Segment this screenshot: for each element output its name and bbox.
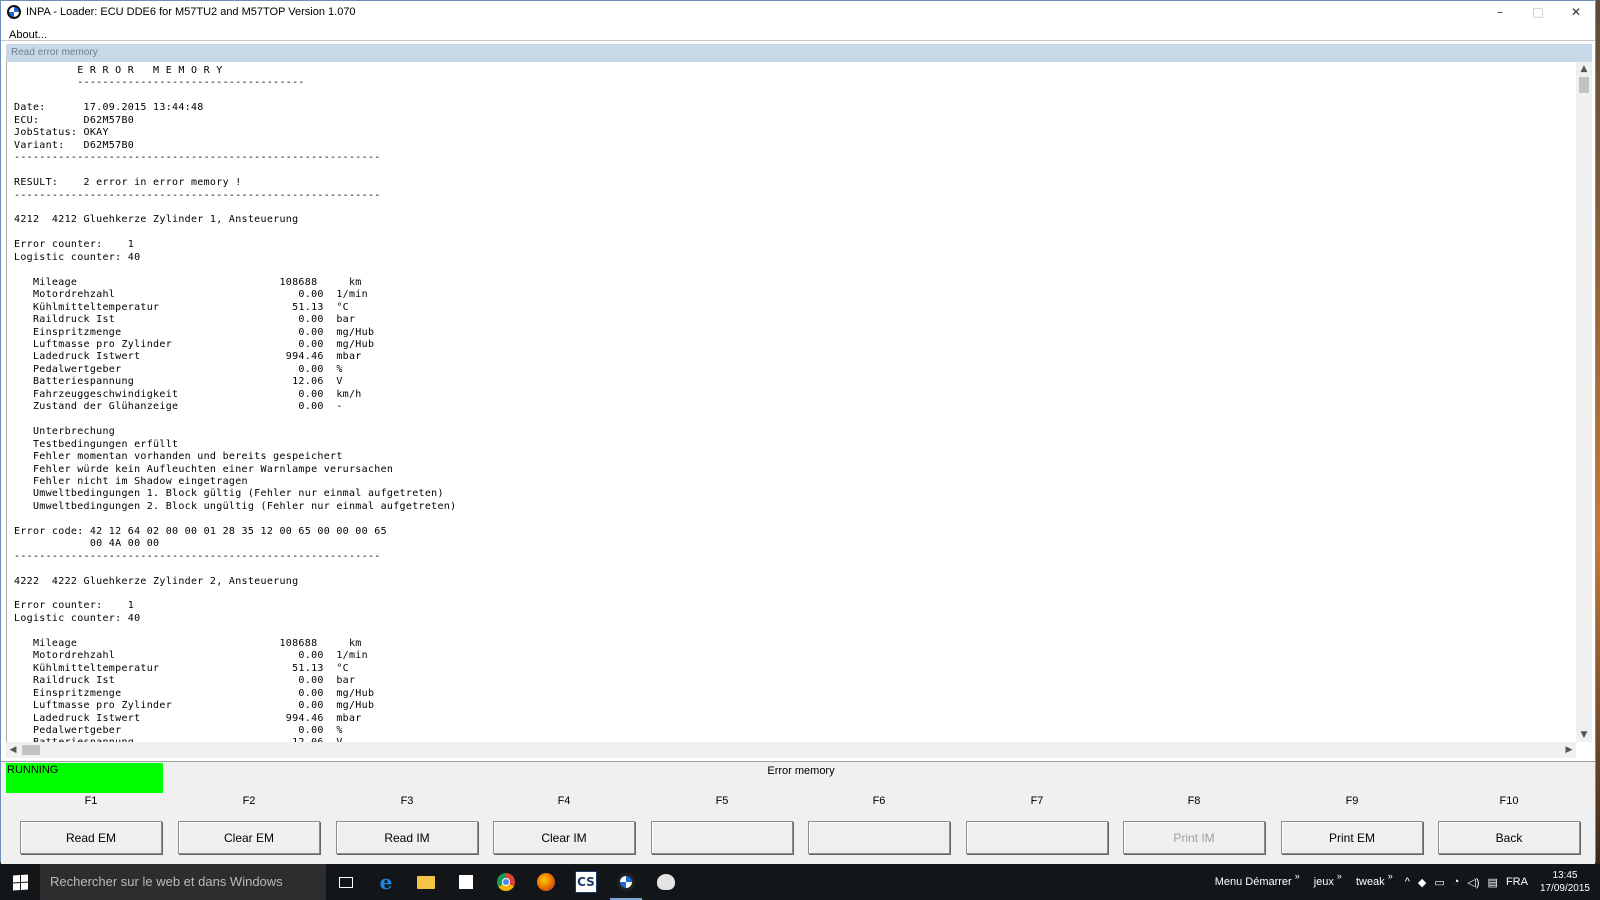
start-button[interactable] (0, 864, 40, 900)
window-controls: – □ ✕ (1481, 1, 1595, 23)
fkey-label-f3: F3 (400, 795, 414, 807)
language-indicator[interactable]: FRA (1506, 876, 1528, 888)
taskbar-search-input[interactable]: Rechercher sur le web et dans Windows (40, 864, 326, 900)
scroll-down-icon[interactable]: ▼ (1576, 728, 1592, 742)
fkey-label-f2: F2 (242, 795, 256, 807)
dropbox-icon[interactable]: ◆ (1418, 876, 1426, 889)
file-explorer-icon[interactable] (406, 864, 446, 900)
store-icon[interactable] (446, 864, 486, 900)
f5-button[interactable] (651, 821, 793, 854)
notifications-icon[interactable]: ▤ (1488, 876, 1498, 889)
fkey-label-f10: F10 (1499, 795, 1519, 807)
battery-icon[interactable]: ▭ (1434, 876, 1444, 889)
error-memory-output: E R R O R M E M O R Y ------------------… (14, 65, 457, 742)
bmw-app-icon[interactable] (7, 5, 21, 19)
menu-bar: About... (1, 23, 1595, 41)
status-title: Error memory (767, 765, 835, 777)
window-title: INPA - Loader: ECU DDE6 for M57TU2 and M… (26, 6, 356, 18)
clock[interactable]: 13:45 17/09/2015 (1540, 869, 1590, 895)
read-em-button[interactable]: Read EM (20, 821, 162, 854)
read-im-button[interactable]: Read IM (336, 821, 478, 854)
chevron-icon[interactable]: » (1295, 871, 1300, 881)
minimize-button[interactable]: – (1481, 1, 1519, 23)
show-hidden-icons-icon[interactable]: ^ (1405, 876, 1410, 888)
toolbar-jeux[interactable]: jeux (1314, 876, 1334, 888)
fkey-label-f4: F4 (557, 795, 571, 807)
inpa-window: INPA - Loader: ECU DDE6 for M57TU2 and M… (0, 0, 1596, 864)
clear-im-button[interactable]: Clear IM (493, 821, 635, 854)
output-area[interactable]: E R R O R M E M O R Y ------------------… (6, 62, 1577, 742)
chrome-icon[interactable] (486, 864, 526, 900)
bmw-inpa-icon[interactable] (606, 864, 646, 900)
menu-about[interactable]: About... (9, 29, 47, 41)
horizontal-scrollbar[interactable]: ◀ ▶ (6, 742, 1576, 758)
task-view-icon[interactable] (326, 864, 366, 900)
close-button[interactable]: ✕ (1557, 1, 1595, 23)
system-tray: Menu Démarrer » jeux » tweak » ^ ◆ ▭ ◔ ◁… (1209, 864, 1600, 900)
print-em-button[interactable]: Print EM (1281, 821, 1423, 854)
fkey-label-f6: F6 (872, 795, 886, 807)
toolbar-menu-demarrer[interactable]: Menu Démarrer (1215, 876, 1292, 888)
network-icon[interactable]: ◔ (1453, 876, 1460, 888)
scroll-right-icon[interactable]: ▶ (1562, 742, 1576, 758)
paint-icon[interactable] (646, 864, 686, 900)
print-im-button[interactable]: Print IM (1123, 821, 1265, 854)
firefox-icon[interactable] (526, 864, 566, 900)
scroll-up-icon[interactable]: ▲ (1576, 62, 1592, 76)
vertical-scrollbar[interactable]: ▲ ▼ (1576, 62, 1592, 742)
chevron-icon[interactable]: » (1388, 871, 1393, 881)
maximize-button[interactable]: □ (1519, 1, 1557, 23)
vertical-scroll-thumb[interactable] (1579, 77, 1589, 93)
scroll-left-icon[interactable]: ◀ (6, 742, 20, 758)
title-bar[interactable]: INPA - Loader: ECU DDE6 for M57TU2 and M… (1, 1, 1595, 23)
horizontal-scroll-thumb[interactable] (22, 745, 40, 755)
panel-header: Read error memory (6, 44, 1592, 62)
f7-button[interactable] (966, 821, 1108, 854)
clock-time: 13:45 (1552, 870, 1578, 881)
taskbar: Rechercher sur le web et dans Windows e … (0, 864, 1600, 900)
volume-icon[interactable]: ◁) (1467, 876, 1479, 889)
windows-logo-icon (12, 873, 28, 891)
toolbar-tweak[interactable]: tweak (1356, 876, 1385, 888)
fkey-label-f9: F9 (1345, 795, 1359, 807)
fkey-label-f7: F7 (1030, 795, 1044, 807)
chevron-icon[interactable]: » (1337, 871, 1342, 881)
back-button[interactable]: Back (1438, 821, 1580, 854)
clock-date: 17/09/2015 (1539, 883, 1590, 894)
fkey-label-f8: F8 (1187, 795, 1201, 807)
f6-button[interactable] (808, 821, 950, 854)
fkey-label-f5: F5 (715, 795, 729, 807)
edge-icon[interactable]: e (366, 864, 406, 900)
function-key-panel: RUNNING Error memory F1 F2 F3 F4 F5 F6 F… (1, 761, 1595, 864)
fkey-label-f1: F1 (84, 795, 98, 807)
clear-em-button[interactable]: Clear EM (178, 821, 320, 854)
cs-icon[interactable]: CS (566, 864, 606, 900)
